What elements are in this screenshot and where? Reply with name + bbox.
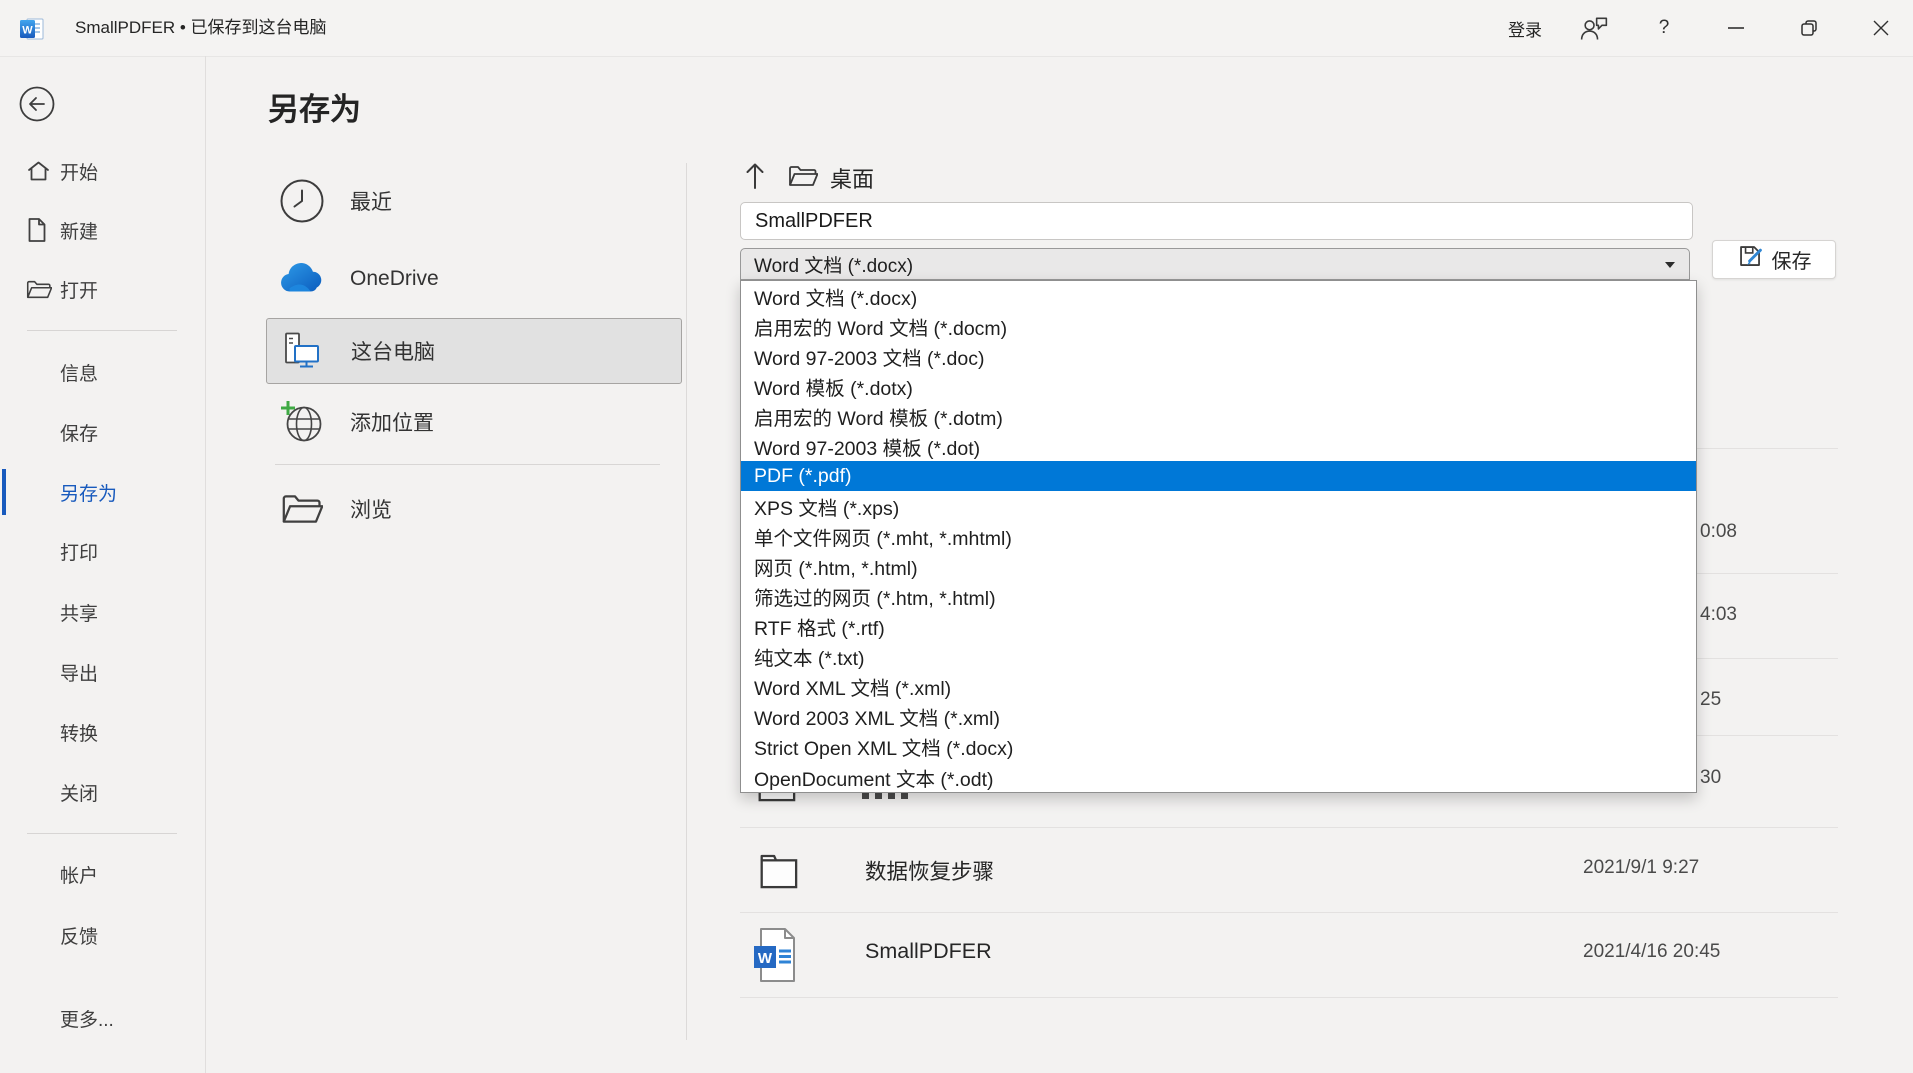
svg-text:W: W xyxy=(758,950,773,967)
svg-text:W: W xyxy=(22,25,33,37)
feedback-person-icon[interactable] xyxy=(1568,0,1620,56)
filetype-option[interactable]: 启用宏的 Word 文档 (*.docm) xyxy=(741,311,1696,341)
restore-down-button[interactable] xyxy=(1778,0,1840,56)
timestamp-fragment: 4:03 xyxy=(1700,604,1737,626)
place-onedrive[interactable]: OneDrive xyxy=(266,246,682,312)
file-list-divider xyxy=(740,912,1838,913)
home-icon xyxy=(26,158,52,184)
up-arrow-icon[interactable] xyxy=(744,161,766,196)
file-list-divider xyxy=(740,827,1838,828)
filetype-option[interactable]: 纯文本 (*.txt) xyxy=(741,642,1696,672)
save-icon xyxy=(1737,243,1764,276)
nav-item-more[interactable]: 更多... xyxy=(0,1001,205,1035)
window-title: SmallPDFER • 已保存到这台电脑 xyxy=(75,0,327,56)
filetype-option[interactable]: 筛选过的网页 (*.htm, *.html) xyxy=(741,582,1696,612)
filetype-option[interactable]: Word 文档 (*.docx) xyxy=(741,281,1696,311)
filetype-option[interactable]: XPS 文档 (*.xps) xyxy=(741,491,1696,521)
clock-icon xyxy=(278,177,326,225)
save-button[interactable]: 保存 xyxy=(1712,240,1836,279)
file-name[interactable]: SmallPDFER xyxy=(865,939,992,964)
pc-icon xyxy=(279,327,327,375)
word-backstage-window: W SmallPDFER • 已保存到这台电脑 登录 ? xyxy=(0,0,1913,1073)
column-divider xyxy=(686,163,687,1040)
filetype-option[interactable]: Word 模板 (*.dotx) xyxy=(741,371,1696,401)
file-modified-time: 2021/4/16 20:45 xyxy=(1583,941,1720,963)
filetype-option[interactable]: RTF 格式 (*.rtf) xyxy=(741,612,1696,642)
filetype-dropdown-list: Word 文档 (*.docx) 启用宏的 Word 文档 (*.docm) W… xyxy=(740,280,1697,793)
filename-input[interactable] xyxy=(740,202,1693,240)
places-divider xyxy=(275,464,660,465)
current-folder-label[interactable]: 桌面 xyxy=(830,162,874,194)
timestamp-fragment: 30 xyxy=(1700,767,1721,789)
close-button[interactable] xyxy=(1848,0,1913,56)
word-document-icon: W xyxy=(752,926,798,989)
nav-item-close-doc[interactable]: 关闭 xyxy=(0,775,205,809)
folder-icon xyxy=(755,845,799,895)
nav-item-new[interactable]: 新建 xyxy=(0,213,205,247)
filetype-option[interactable]: Word 97-2003 模板 (*.dot) xyxy=(741,431,1696,461)
location-folder-icon xyxy=(788,164,818,193)
nav-selected-indicator xyxy=(2,469,6,515)
backstage-nav: 开始 新建 打开 信息 保存 另存为 打印 共 xyxy=(0,56,206,1073)
nav-divider xyxy=(27,330,177,331)
filetype-option[interactable]: 网页 (*.htm, *.html) xyxy=(741,552,1696,582)
back-button[interactable] xyxy=(18,85,56,123)
nav-item-save-as[interactable]: 另存为 xyxy=(0,475,205,509)
sign-in-button[interactable]: 登录 xyxy=(1495,0,1555,56)
nav-item-transform[interactable]: 转换 xyxy=(0,715,205,749)
file-list-divider xyxy=(740,997,1838,998)
filetype-select[interactable]: Word 文档 (*.docx) xyxy=(740,248,1690,280)
filetype-option[interactable]: OpenDocument 文本 (*.odt) xyxy=(741,762,1696,792)
file-modified-time: 2021/9/1 9:27 xyxy=(1583,857,1699,879)
filetype-option[interactable]: 启用宏的 Word 模板 (*.dotm) xyxy=(741,401,1696,431)
place-add[interactable]: 添加位置 xyxy=(266,389,682,455)
open-folder-icon xyxy=(26,276,52,302)
nav-item-home[interactable]: 开始 xyxy=(0,154,205,188)
filetype-option[interactable]: 单个文件网页 (*.mht, *.mhtml) xyxy=(741,522,1696,552)
location-row: 桌面 xyxy=(744,162,874,194)
nav-item-print[interactable]: 打印 xyxy=(0,534,205,568)
word-app-icon: W xyxy=(19,16,45,42)
nav-item-account[interactable]: 帐户 xyxy=(0,857,205,891)
new-document-icon xyxy=(26,217,52,243)
nav-divider xyxy=(27,833,177,834)
minimize-button[interactable] xyxy=(1706,0,1766,56)
filetype-option[interactable]: Word 2003 XML 文档 (*.xml) xyxy=(741,702,1696,732)
filetype-option[interactable]: Word 97-2003 文档 (*.doc) xyxy=(741,341,1696,371)
help-button[interactable]: ? xyxy=(1642,0,1686,56)
chevron-down-icon xyxy=(1665,262,1675,268)
file-name[interactable]: 数据恢复步骤 xyxy=(865,855,994,886)
nav-item-share[interactable]: 共享 xyxy=(0,595,205,629)
nav-item-feedback[interactable]: 反馈 xyxy=(0,918,205,952)
filetype-option-pdf-highlighted[interactable]: PDF (*.pdf) xyxy=(741,461,1696,491)
timestamp-fragment: 25 xyxy=(1700,689,1721,711)
place-this-pc[interactable]: 这台电脑 xyxy=(266,318,682,384)
nav-item-open[interactable]: 打开 xyxy=(0,272,205,306)
filetype-option[interactable]: Strict Open XML 文档 (*.docx) xyxy=(741,732,1696,762)
add-place-globe-icon xyxy=(278,398,326,446)
timestamp-fragment: 0:08 xyxy=(1700,521,1737,543)
nav-item-save[interactable]: 保存 xyxy=(0,415,205,449)
browse-folder-icon xyxy=(278,485,326,533)
nav-item-export[interactable]: 导出 xyxy=(0,655,205,689)
nav-item-info[interactable]: 信息 xyxy=(0,355,205,389)
page-title: 另存为 xyxy=(268,84,361,129)
title-bar: W SmallPDFER • 已保存到这台电脑 登录 ? xyxy=(0,0,1913,57)
place-recent[interactable]: 最近 xyxy=(266,168,682,234)
place-browse[interactable]: 浏览 xyxy=(266,476,682,542)
filetype-option[interactable]: Word XML 文档 (*.xml) xyxy=(741,672,1696,702)
onedrive-icon xyxy=(278,255,326,303)
